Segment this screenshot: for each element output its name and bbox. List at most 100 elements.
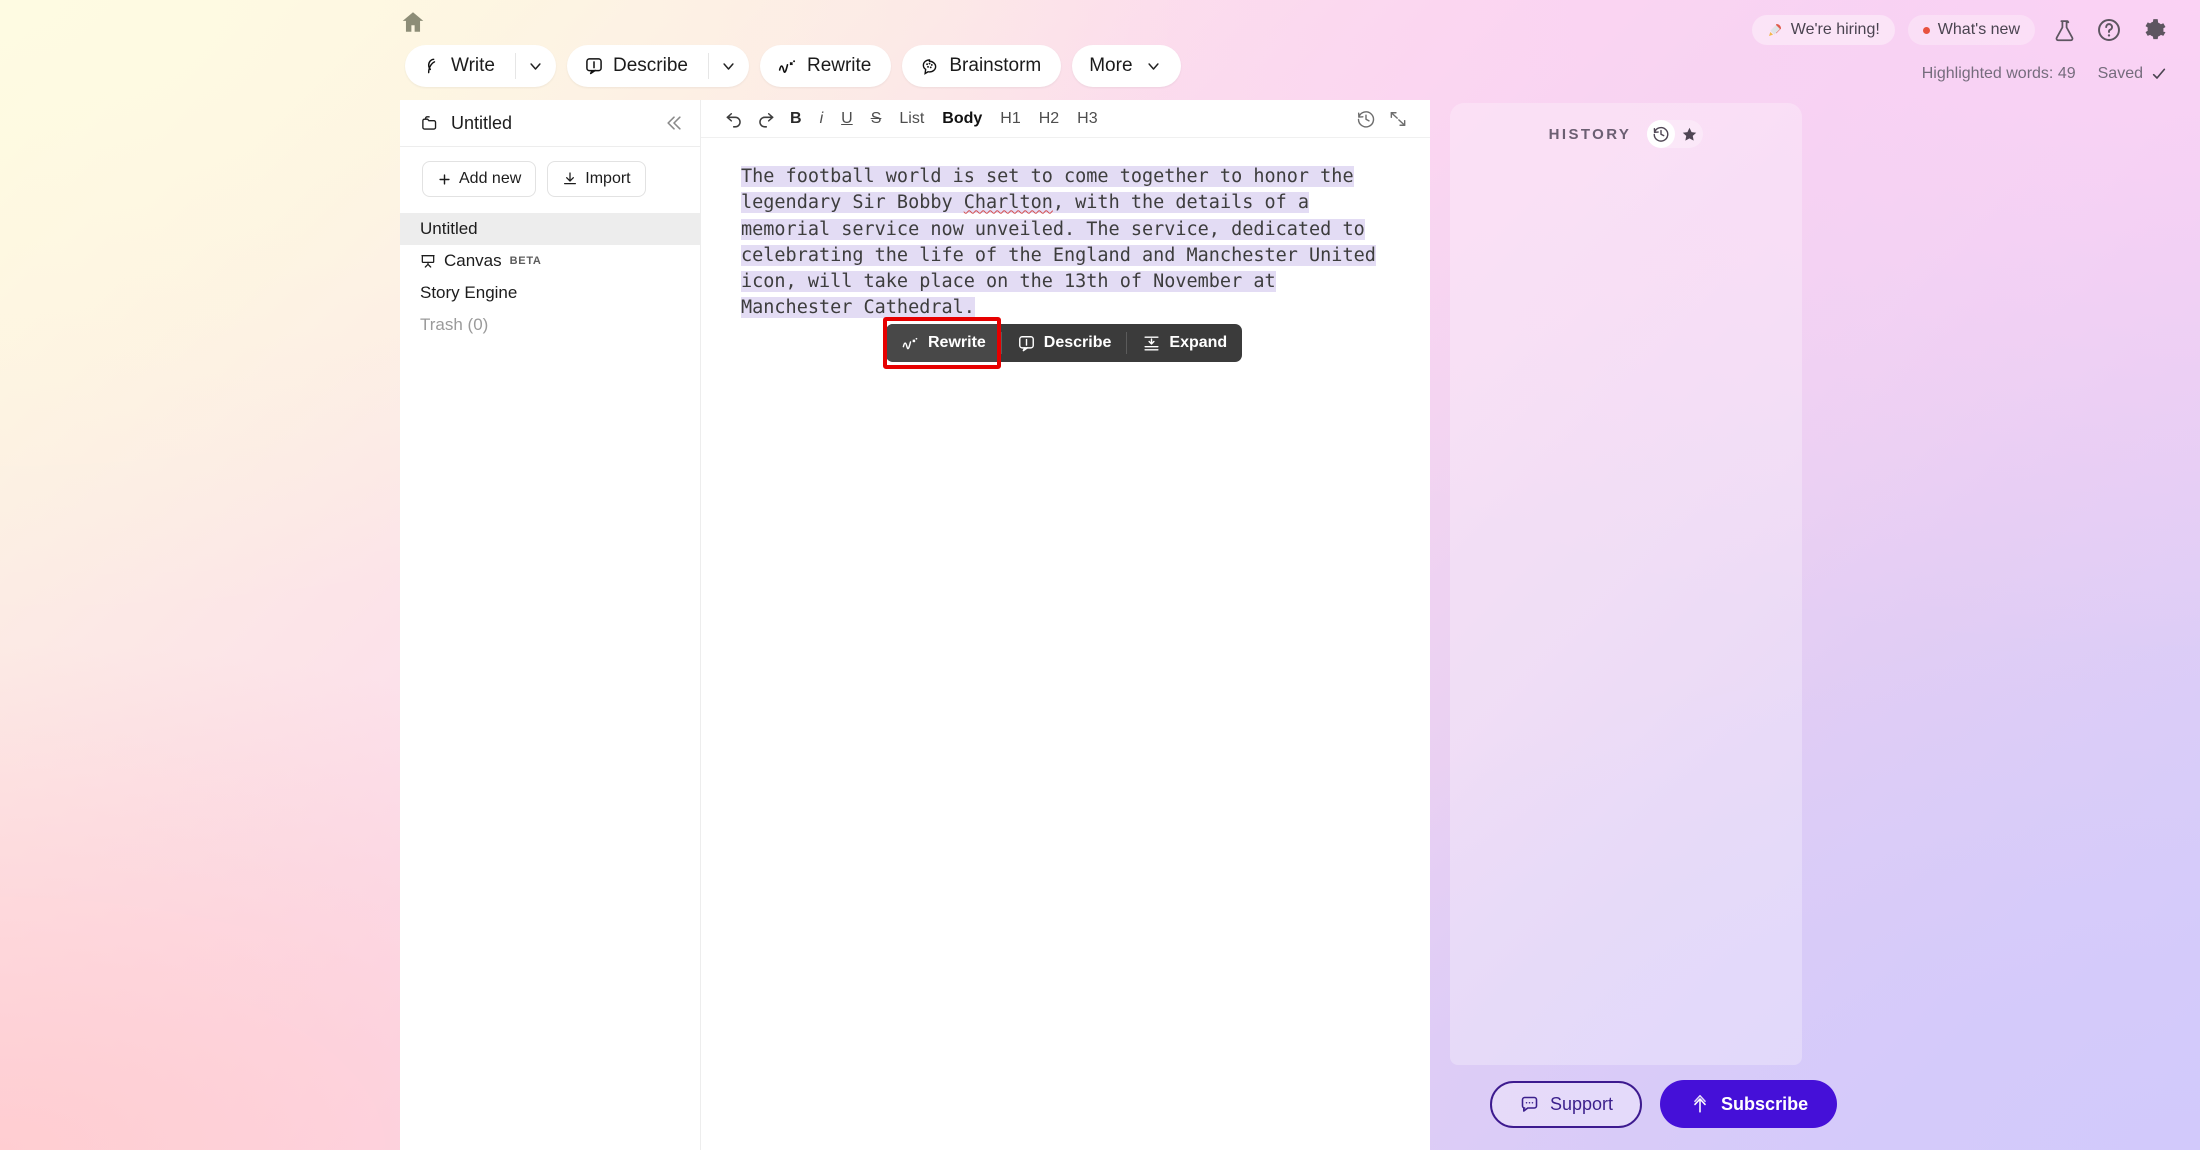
whats-new-label: What's new xyxy=(1937,21,2020,38)
sidebar-header: Untitled xyxy=(400,100,700,147)
redo-icon[interactable] xyxy=(750,109,781,128)
brainstorm-label: Brainstorm xyxy=(949,55,1042,76)
arrow-up-icon xyxy=(1689,1093,1711,1115)
sidebar-item-canvas[interactable]: Canvas BETA xyxy=(400,245,700,277)
hiring-button[interactable]: We're hiring! xyxy=(1751,15,1895,45)
sidebar-item-untitled[interactable]: Untitled xyxy=(400,213,700,245)
expand-lines-icon xyxy=(1142,334,1161,353)
bold-button[interactable]: B xyxy=(781,100,811,138)
underline-button[interactable]: U xyxy=(832,100,862,138)
import-label: Import xyxy=(585,170,631,187)
bottom-actions: Support Subscribe xyxy=(1490,1080,1838,1128)
describe-icon xyxy=(584,56,604,76)
rewrite-label: Rewrite xyxy=(806,55,872,76)
chat-icon xyxy=(1519,1094,1540,1115)
gear-icon[interactable] xyxy=(2138,14,2170,46)
float-rewrite-label: Rewrite xyxy=(928,334,986,351)
add-new-button[interactable]: Add new xyxy=(422,161,537,197)
float-describe-label: Describe xyxy=(1043,334,1112,351)
support-button[interactable]: Support xyxy=(1490,1080,1643,1128)
whats-new-button[interactable]: What's new xyxy=(1907,15,2035,45)
plus-icon xyxy=(437,172,452,187)
italic-button[interactable]: i xyxy=(811,100,833,138)
write-dropdown-toggle[interactable] xyxy=(516,45,556,87)
support-label: Support xyxy=(1550,1093,1614,1114)
brainstorm-button[interactable]: Brainstorm xyxy=(902,45,1062,87)
rewrite-button[interactable]: Rewrite xyxy=(759,45,892,87)
strikethrough-button[interactable]: S xyxy=(862,100,891,138)
describe-button-group[interactable]: Describe xyxy=(566,45,749,87)
float-rewrite-button[interactable]: Rewrite xyxy=(886,324,1001,362)
history-title: HISTORY xyxy=(1548,125,1632,143)
rewrite-icon xyxy=(901,334,920,353)
notification-dot-icon xyxy=(1922,26,1930,34)
float-expand-label: Expand xyxy=(1169,334,1228,351)
body-style-button[interactable]: Body xyxy=(933,100,991,138)
rocket-icon xyxy=(1767,22,1783,38)
check-icon xyxy=(2151,66,2167,82)
chevrons-left-icon[interactable] xyxy=(664,113,684,133)
describe-label: Describe xyxy=(612,55,688,76)
import-icon xyxy=(562,171,578,187)
help-icon[interactable] xyxy=(2093,14,2125,46)
saved-status: Saved xyxy=(2098,65,2167,83)
float-describe-button[interactable]: Describe xyxy=(1002,324,1127,362)
saved-label: Saved xyxy=(2097,65,2143,82)
hiring-label: We're hiring! xyxy=(1790,21,1880,38)
feather-icon xyxy=(422,56,442,76)
clock-history-icon[interactable] xyxy=(1647,120,1676,148)
history-favorites-toggle[interactable] xyxy=(1647,120,1704,148)
top-right-actions: We're hiring! What's new xyxy=(1751,14,2170,46)
editor-status: Highlighted words: 49 Saved xyxy=(1922,65,2167,83)
misspelled-word[interactable]: Charlton xyxy=(964,192,1053,213)
sidebar-item-label: Canvas xyxy=(444,251,502,270)
describe-icon xyxy=(1017,334,1036,353)
sidebar-item-label: Story Engine xyxy=(420,283,518,302)
h3-button[interactable]: H3 xyxy=(1068,100,1106,138)
sidebar-item-label: Trash (0) xyxy=(420,315,489,334)
history-header: HISTORY xyxy=(1450,103,1802,148)
h1-button[interactable]: H1 xyxy=(991,100,1029,138)
home-icon[interactable] xyxy=(399,9,427,35)
beta-badge: BETA xyxy=(509,255,542,267)
more-label: More xyxy=(1089,55,1133,76)
clock-history-icon[interactable] xyxy=(1350,109,1382,129)
write-button-group[interactable]: Write xyxy=(405,45,556,87)
import-button[interactable]: Import xyxy=(547,161,646,197)
folder-icon xyxy=(420,114,440,133)
describe-button[interactable]: Describe xyxy=(567,45,708,87)
highlighted-words-label: Highlighted words: 49 xyxy=(1921,65,2076,82)
ai-float-toolbar: Rewrite Describe Expand xyxy=(886,324,1243,362)
editor-panel: B i U S List Body H1 H2 H3 The football … xyxy=(700,100,1430,1150)
sidebar-item-label: Untitled xyxy=(420,219,478,238)
document-paragraph[interactable]: The football world is set to come togeth… xyxy=(741,164,1396,322)
write-label: Write xyxy=(451,55,495,76)
brain-icon xyxy=(919,56,940,77)
sidebar-item-trash[interactable]: Trash (0) xyxy=(400,309,700,341)
star-icon[interactable] xyxy=(1675,120,1703,148)
document-body[interactable]: The football world is set to come togeth… xyxy=(701,138,1430,322)
sidebar: Untitled Add new Import Untitled Canvas xyxy=(400,100,700,1150)
rewrite-icon xyxy=(777,56,798,77)
float-expand-button[interactable]: Expand xyxy=(1127,324,1242,362)
more-button[interactable]: More xyxy=(1072,45,1181,87)
flask-icon[interactable] xyxy=(2048,14,2080,46)
subscribe-label: Subscribe xyxy=(1721,1093,1809,1114)
subscribe-button[interactable]: Subscribe xyxy=(1660,1080,1838,1128)
editor-toolbar: B i U S List Body H1 H2 H3 xyxy=(701,100,1430,138)
describe-dropdown-toggle[interactable] xyxy=(709,45,749,87)
sidebar-item-list: Untitled Canvas BETA Story Engine Trash … xyxy=(400,213,700,341)
sidebar-actions: Add new Import xyxy=(400,147,700,213)
add-new-label: Add new xyxy=(459,170,522,187)
h2-button[interactable]: H2 xyxy=(1030,100,1068,138)
top-action-bar: Write Describe Rewrite Brainstorm More xyxy=(405,45,1181,87)
sidebar-title: Untitled xyxy=(451,112,513,133)
write-button[interactable]: Write xyxy=(405,45,515,87)
undo-icon[interactable] xyxy=(719,109,750,128)
list-button[interactable]: List xyxy=(890,100,933,138)
history-panel: HISTORY xyxy=(1450,103,1802,1065)
chevron-down-icon xyxy=(1146,59,1161,74)
sidebar-item-story-engine[interactable]: Story Engine xyxy=(400,277,700,309)
canvas-icon xyxy=(420,253,436,269)
expand-diagonal-icon[interactable] xyxy=(1382,109,1414,129)
